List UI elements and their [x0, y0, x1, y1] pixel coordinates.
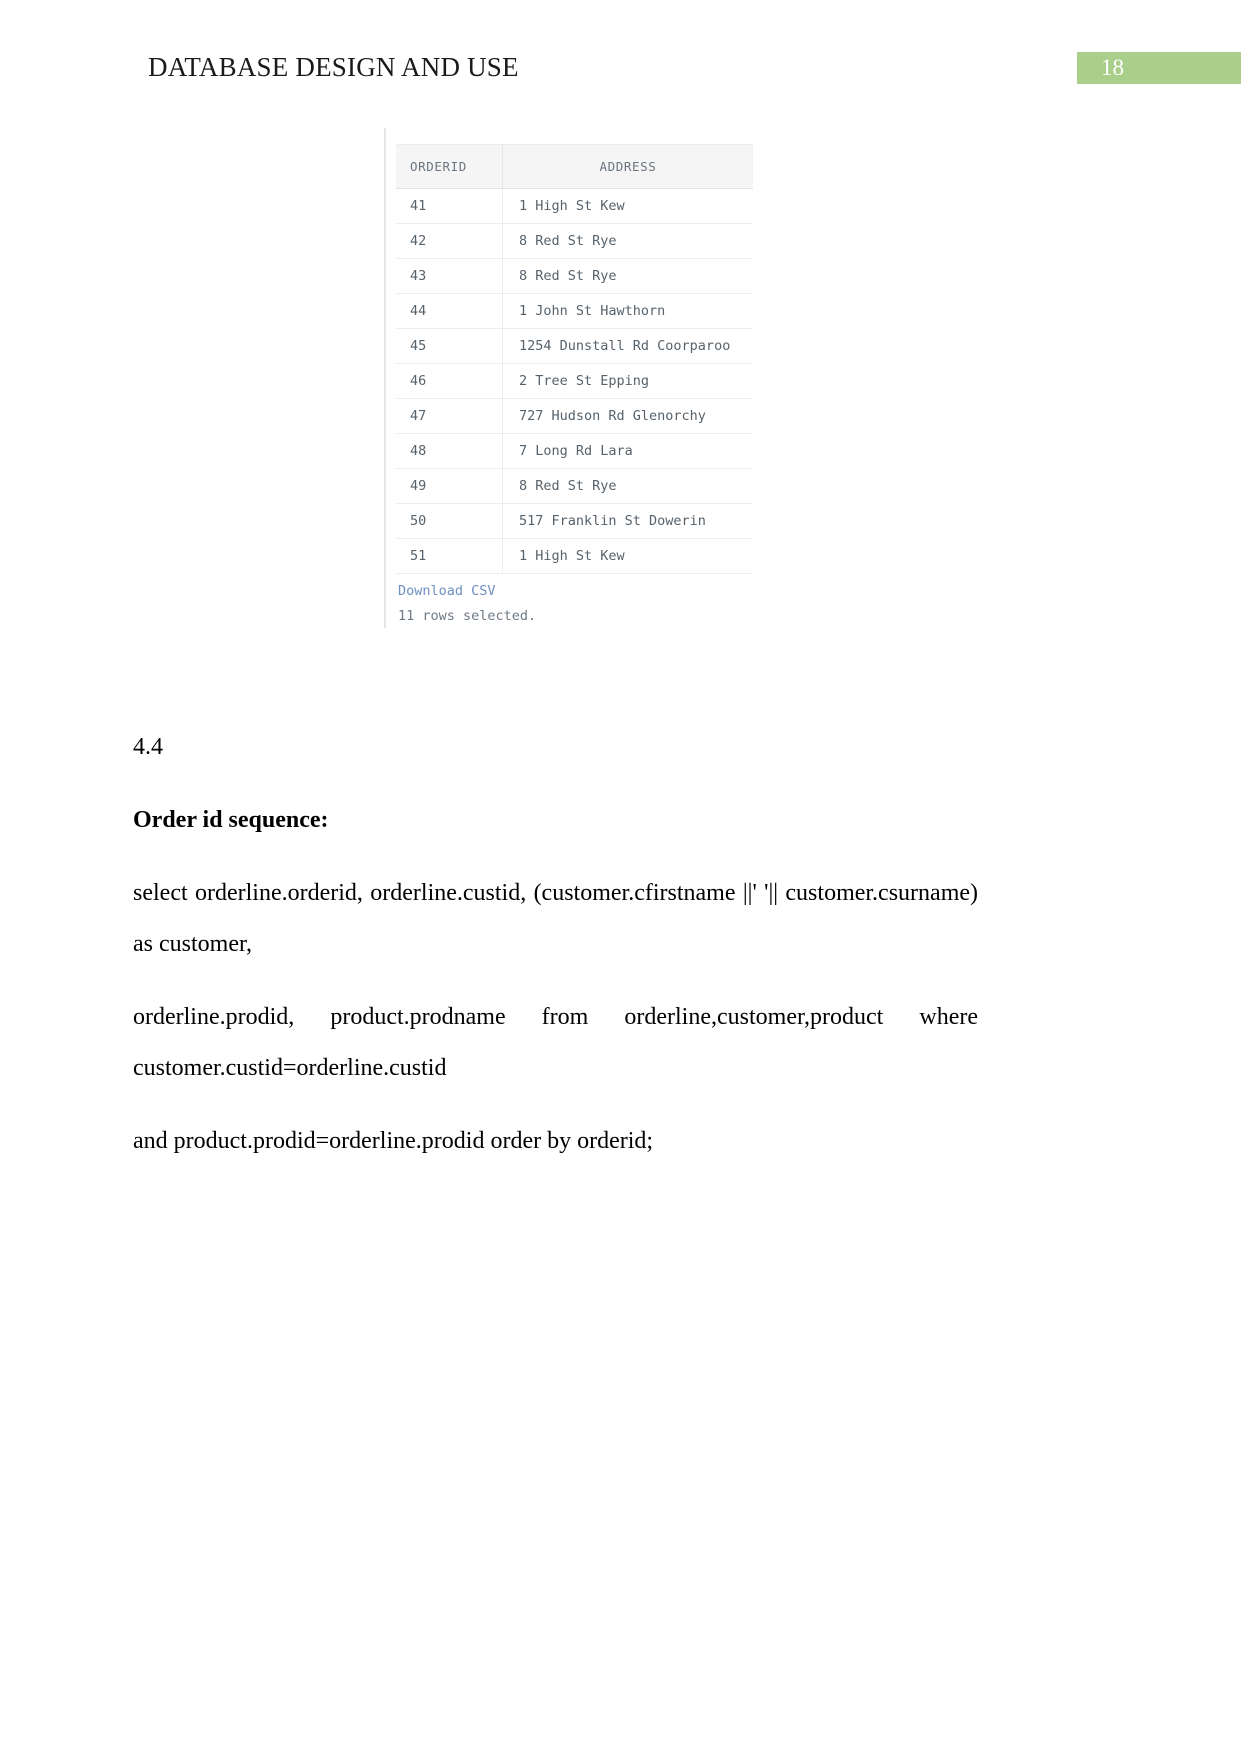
table-row: 44 1 John St Hawthorn [396, 293, 753, 329]
cell-address: 8 Red St Rye [502, 258, 753, 294]
table-row: 41 1 High St Kew [396, 188, 753, 224]
document-page: { "header": { "doc_title": "DATABASE DES… [0, 0, 1241, 1754]
table-row: 43 8 Red St Rye [396, 258, 753, 294]
cell-orderid: 41 [396, 188, 503, 224]
column-header-orderid[interactable]: ORDERID [396, 144, 503, 189]
cell-address: 2 Tree St Epping [502, 363, 753, 399]
cell-orderid: 45 [396, 328, 503, 364]
table-header-row: ORDERID ADDRESS [396, 144, 753, 189]
cell-orderid: 46 [396, 363, 503, 399]
cell-orderid: 47 [396, 398, 503, 434]
query-result-table: ORDERID ADDRESS 41 1 High St Kew 42 8 Re… [396, 144, 753, 574]
cell-address: 1 High St Kew [502, 188, 753, 224]
section-number: 4.4 [133, 734, 163, 760]
cell-orderid: 43 [396, 258, 503, 294]
rows-selected-status: 11 rows selected. [398, 608, 537, 624]
cell-orderid: 50 [396, 503, 503, 539]
table-row: 46 2 Tree St Epping [396, 363, 753, 399]
sql-paragraph-line-1: select orderline.orderid, orderline.cust… [133, 880, 978, 957]
table-row: 45 1254 Dunstall Rd Coorparoo [396, 328, 753, 364]
table-row: 47 727 Hudson Rd Glenorchy [396, 398, 753, 434]
cell-address: 1254 Dunstall Rd Coorparoo [502, 328, 753, 364]
table-head: ORDERID ADDRESS [396, 144, 753, 189]
result-footer: Download CSV 11 rows selected. [398, 580, 536, 627]
cell-orderid: 44 [396, 293, 503, 329]
table-row: 48 7 Long Rd Lara [396, 433, 753, 469]
cell-orderid: 49 [396, 468, 503, 504]
cell-orderid: 42 [396, 223, 503, 259]
column-header-address[interactable]: ADDRESS [502, 144, 753, 189]
table-row: 42 8 Red St Rye [396, 223, 753, 259]
cell-address: 1 John St Hawthorn [502, 293, 753, 329]
cell-orderid: 51 [396, 538, 503, 574]
download-csv-link[interactable]: Download CSV [398, 580, 536, 602]
table-row: 50 517 Franklin St Dowerin [396, 503, 753, 539]
cell-address: 8 Red St Rye [502, 223, 753, 259]
cell-address: 517 Franklin St Dowerin [502, 503, 753, 539]
sql-paragraph-line-3: and product.prodid=orderline.prodid orde… [133, 1128, 654, 1154]
sql-paragraph-line-2: orderline.prodid, product.prodname from … [133, 1004, 978, 1081]
table-row: 49 8 Red St Rye [396, 468, 753, 504]
page-number-badge: 18 [1077, 52, 1241, 84]
page-header: DATABASE DESIGN AND USE 18 [0, 0, 1241, 100]
section-heading: Order id sequence: [133, 807, 329, 833]
screenshot-left-rule [384, 128, 386, 628]
cell-address: 727 Hudson Rd Glenorchy [502, 398, 753, 434]
document-body: 4.4 Order id sequence: select orderline.… [133, 722, 978, 1189]
document-title: DATABASE DESIGN AND USE [148, 52, 519, 82]
cell-address: 1 High St Kew [502, 538, 753, 574]
cell-address: 8 Red St Rye [502, 468, 753, 504]
page-number: 18 [1101, 55, 1124, 80]
cell-address: 7 Long Rd Lara [502, 433, 753, 469]
cell-orderid: 48 [396, 433, 503, 469]
table-body: 41 1 High St Kew 42 8 Red St Rye 43 8 Re… [396, 188, 753, 574]
table-row: 51 1 High St Kew [396, 538, 753, 574]
